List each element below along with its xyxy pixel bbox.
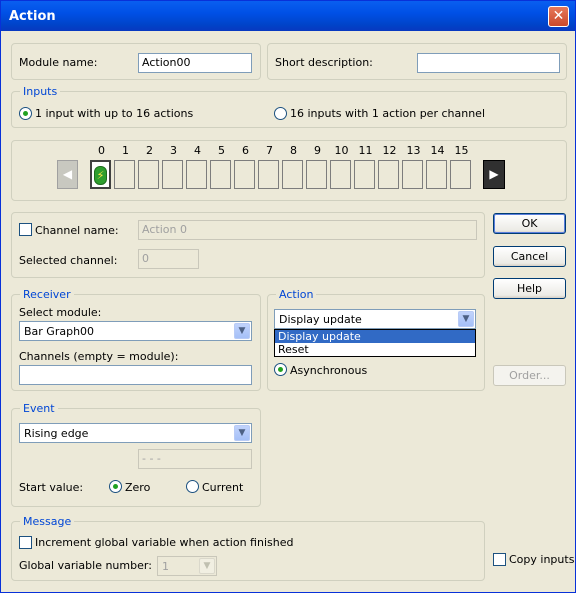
channel-number: 5: [218, 144, 225, 157]
action-dialog: Action ✕ Module name: Action00 Short des…: [0, 0, 576, 593]
short-description-label: Short description:: [275, 56, 373, 69]
event-combo[interactable]: Rising edge ▼: [19, 423, 252, 443]
order-button[interactable]: Order...: [493, 365, 566, 386]
channels-input[interactable]: [19, 365, 252, 385]
channels-label: Channels (empty = module):: [19, 350, 179, 363]
channel-slot[interactable]: [186, 160, 207, 189]
input-mode-single-label[interactable]: 1 input with up to 16 actions: [35, 107, 193, 120]
channel-number: 14: [430, 144, 445, 157]
chevron-down-icon[interactable]: ▼: [234, 425, 250, 441]
copy-inputs-checkbox[interactable]: [493, 553, 506, 566]
start-current-label[interactable]: Current: [202, 481, 243, 494]
channel-slot[interactable]: [282, 160, 303, 189]
select-module-combo[interactable]: Bar Graph00 ▼: [19, 321, 252, 341]
channel-slot[interactable]: [258, 160, 279, 189]
channel-slot[interactable]: [306, 160, 327, 189]
message-group: [11, 521, 485, 581]
global-variable-combo[interactable]: 1 ▼: [157, 556, 217, 576]
channel-number: 11: [358, 144, 373, 157]
channel-slot[interactable]: [234, 160, 255, 189]
channel-slot[interactable]: [114, 160, 135, 189]
channel-number: 15: [454, 144, 469, 157]
channel-number: 6: [242, 144, 249, 157]
channel-number: 13: [406, 144, 421, 157]
channel-number: 9: [314, 144, 321, 157]
chevron-down-icon[interactable]: ▼: [458, 311, 474, 327]
start-zero-label[interactable]: Zero: [125, 481, 150, 494]
message-legend: Message: [20, 515, 75, 528]
action-option-reset[interactable]: Reset: [275, 343, 475, 356]
input-mode-single-radio[interactable]: [19, 107, 32, 120]
scroll-right-button[interactable]: ▶: [483, 160, 505, 189]
action-dropdown-list: Display update Reset: [274, 329, 476, 357]
channel-slot[interactable]: [450, 160, 471, 189]
lightning-icon: ⚡: [94, 166, 107, 185]
input-mode-multi-radio[interactable]: [274, 107, 287, 120]
select-module-value: Bar Graph00: [24, 325, 95, 338]
channel-number: 4: [194, 144, 201, 157]
ok-button[interactable]: OK: [493, 213, 566, 234]
increment-checkbox[interactable]: [19, 536, 32, 549]
asynchronous-radio[interactable]: [274, 363, 287, 376]
title-bar[interactable]: Action ✕: [1, 1, 575, 31]
channel-slot[interactable]: [426, 160, 447, 189]
channel-slot[interactable]: [162, 160, 183, 189]
channel-name-label[interactable]: Channel name:: [35, 224, 119, 237]
start-current-radio[interactable]: [186, 480, 199, 493]
short-description-input[interactable]: [417, 53, 560, 73]
channel-number: 0: [98, 144, 105, 157]
channel-number: 8: [290, 144, 297, 157]
channel-number: 10: [334, 144, 349, 157]
channel-number: 7: [266, 144, 273, 157]
channel-number: 3: [170, 144, 177, 157]
global-variable-value: 1: [162, 560, 169, 573]
channel-slot[interactable]: [138, 160, 159, 189]
channel-slot[interactable]: [378, 160, 399, 189]
channel-number: 1: [122, 144, 129, 157]
help-button[interactable]: Help: [493, 278, 566, 299]
increment-label[interactable]: Increment global variable when action fi…: [35, 536, 293, 549]
cancel-button[interactable]: Cancel: [493, 246, 566, 267]
start-zero-radio[interactable]: [109, 480, 122, 493]
global-variable-label: Global variable number:: [19, 559, 152, 572]
selected-channel-input: 0: [138, 249, 199, 269]
channel-slot[interactable]: [402, 160, 423, 189]
input-mode-multi-label[interactable]: 16 inputs with 1 action per channel: [290, 107, 485, 120]
select-module-label: Select module:: [19, 306, 102, 319]
action-value: Display update: [279, 313, 362, 326]
asynchronous-label[interactable]: Asynchronous: [290, 364, 367, 377]
window-title: Action: [9, 9, 56, 24]
channel-name-input[interactable]: Action 0: [138, 220, 477, 240]
event-value: Rising edge: [24, 427, 89, 440]
channel-name-checkbox[interactable]: [19, 223, 32, 236]
channel-slot[interactable]: ⚡: [90, 160, 111, 189]
module-name-label: Module name:: [19, 56, 98, 69]
receiver-legend: Receiver: [20, 288, 74, 301]
channel-slot[interactable]: [210, 160, 231, 189]
channel-slot[interactable]: [354, 160, 375, 189]
close-icon[interactable]: ✕: [548, 6, 569, 27]
channel-slot[interactable]: [330, 160, 351, 189]
event-parameter-input: - - -: [138, 449, 252, 469]
module-name-input[interactable]: Action00: [138, 53, 252, 73]
inputs-legend: Inputs: [20, 85, 61, 98]
action-legend: Action: [276, 288, 317, 301]
channel-number: 2: [146, 144, 153, 157]
action-combo[interactable]: Display update ▼: [274, 309, 476, 329]
copy-inputs-label[interactable]: Copy inputs: [509, 553, 574, 566]
start-value-label: Start value:: [19, 481, 84, 494]
event-legend: Event: [20, 402, 58, 415]
action-option-display-update[interactable]: Display update: [275, 330, 475, 343]
chevron-down-icon[interactable]: ▼: [199, 558, 215, 574]
chevron-down-icon[interactable]: ▼: [234, 323, 250, 339]
scroll-left-button[interactable]: ◀: [57, 160, 78, 189]
selected-channel-label: Selected channel:: [19, 254, 118, 267]
channel-number: 12: [382, 144, 397, 157]
